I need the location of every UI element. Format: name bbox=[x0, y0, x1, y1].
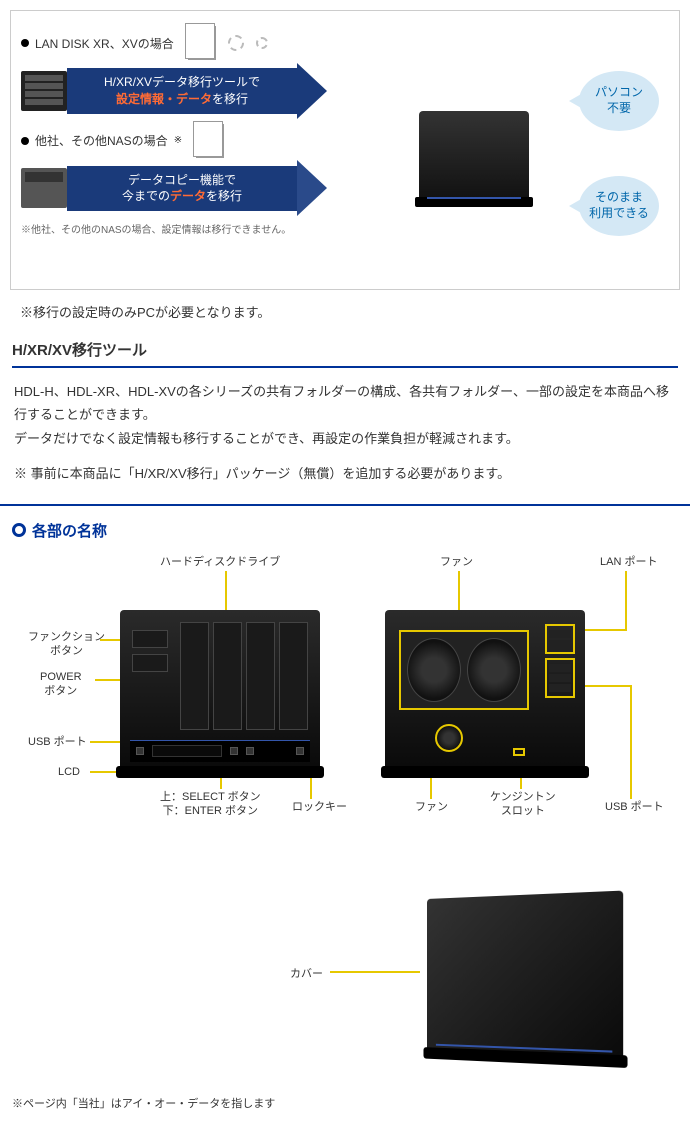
case2-label: 他社、その他NASの場合 ※ bbox=[21, 124, 669, 158]
parts-title-text: 各部の名称 bbox=[32, 520, 107, 541]
leader-line bbox=[625, 571, 627, 629]
power-button-icon bbox=[132, 654, 168, 672]
lock-icon bbox=[296, 747, 304, 755]
arrow1-line1: H/XR/XVデータ移行ツールで bbox=[77, 74, 287, 91]
parts-diagram: ハードディスクドライブ ファン LAN ポート ファンクション ボタン POWE… bbox=[10, 555, 680, 865]
leader-line bbox=[330, 971, 420, 973]
nas-other-icon bbox=[21, 168, 67, 208]
gear-icon bbox=[228, 35, 244, 51]
diagram-footnote: ※他社、その他のNASの場合、設定情報は移行できません。 bbox=[21, 221, 669, 236]
func-button-icon bbox=[132, 630, 168, 648]
arrow1: H/XR/XVデータ移行ツールで 設定情報・データを移行 bbox=[67, 68, 297, 114]
device-cover-view bbox=[427, 890, 623, 1059]
usb-port-icon bbox=[136, 747, 144, 755]
label-usb: USB ポート bbox=[28, 735, 87, 749]
usb-ports-icon bbox=[545, 658, 575, 698]
port-icon bbox=[549, 674, 571, 682]
gear-icon-small bbox=[256, 37, 268, 49]
tool-body1: HDL-H、HDL-XR、HDL-XVの各シリーズの共有フォルダーの構成、各共有… bbox=[14, 380, 676, 450]
parts-section-title: 各部の名称 bbox=[12, 520, 678, 541]
lcd-icon bbox=[152, 745, 222, 757]
lan-ports-icon bbox=[545, 624, 575, 654]
case2-text: 他社、その他NASの場合 bbox=[35, 132, 168, 149]
bay-icon bbox=[180, 622, 209, 730]
cover-diagram: カバー bbox=[10, 885, 680, 1085]
arrow2-line1: データコピー機能で bbox=[77, 172, 287, 189]
select-button-icon bbox=[230, 747, 238, 755]
arrow1-highlight: 設定情報・データ bbox=[116, 92, 212, 106]
fan-icon bbox=[407, 638, 461, 702]
fan-icon bbox=[467, 638, 521, 702]
label-cover: カバー bbox=[290, 965, 323, 981]
fan-housing bbox=[399, 630, 529, 710]
nas-device-icon bbox=[419, 111, 529, 201]
bay-icon bbox=[213, 622, 242, 730]
label-lock: ロックキー bbox=[292, 800, 347, 814]
footer-note: ※ページ内「当社」はアイ・オー・データを指します bbox=[12, 1095, 678, 1111]
circle-icon bbox=[12, 523, 26, 537]
arrow2-line2: 今までのデータを移行 bbox=[77, 188, 287, 205]
tool-body2: ※ 事前に本商品に「H/XR/XV移行」パッケージ（無償）を追加する必要がありま… bbox=[14, 462, 676, 485]
drive-bays bbox=[180, 622, 308, 730]
arrow2-highlight: データ bbox=[170, 189, 206, 203]
target-nas bbox=[419, 111, 539, 211]
arrow2: データコピー機能で 今までのデータを移行 bbox=[67, 166, 297, 212]
port-icon bbox=[549, 640, 571, 648]
case1-label: LAN DISK XR、XVの場合 bbox=[21, 26, 669, 60]
document-icon bbox=[196, 124, 224, 158]
label-fan-top: ファン bbox=[440, 555, 473, 569]
label-lcd: LCD bbox=[58, 765, 80, 779]
label-fan-bottom: ファン bbox=[415, 800, 448, 814]
label-func: ファンクション ボタン bbox=[28, 630, 105, 659]
divider bbox=[0, 504, 690, 506]
bay-icon bbox=[279, 622, 308, 730]
migration-diagram: LAN DISK XR、XVの場合 H/XR/XVデータ移行ツールで 設定情報・… bbox=[10, 10, 680, 290]
device-back-view bbox=[385, 610, 585, 770]
bullet-icon bbox=[21, 137, 29, 145]
label-usb-back: USB ポート bbox=[605, 800, 664, 814]
label-kensington: ケンジントン スロット bbox=[490, 790, 556, 819]
port-icon bbox=[549, 684, 571, 692]
callout-use-asis: そのまま 利用できる bbox=[579, 176, 659, 236]
label-power: POWER ボタン bbox=[40, 670, 82, 699]
bullet-icon bbox=[21, 39, 29, 47]
small-fan-icon bbox=[435, 724, 463, 752]
port-icon bbox=[549, 664, 571, 672]
callout-no-pc: パソコン 不要 bbox=[579, 71, 659, 131]
enter-button-icon bbox=[246, 747, 254, 755]
arrow1-line2: 設定情報・データを移行 bbox=[77, 91, 287, 108]
arrow2-suffix: を移行 bbox=[206, 189, 242, 203]
label-select: 上：SELECT ボタン 下：ENTER ボタン bbox=[160, 790, 261, 819]
back-ports bbox=[545, 624, 575, 702]
arrow2-prefix: 今までの bbox=[122, 189, 170, 203]
label-lan: LAN ポート bbox=[600, 555, 657, 569]
note-pc-required: ※移行の設定時のみPCが必要となります。 bbox=[20, 302, 670, 321]
document-icon bbox=[188, 26, 216, 60]
case1-text: LAN DISK XR、XVの場合 bbox=[35, 35, 174, 52]
kensington-slot-icon bbox=[513, 748, 525, 756]
device-front-view bbox=[120, 610, 320, 770]
port-icon bbox=[549, 630, 571, 638]
case2-sup: ※ bbox=[174, 135, 182, 146]
nas-icon bbox=[21, 71, 67, 111]
bay-icon bbox=[246, 622, 275, 730]
front-buttons bbox=[132, 630, 168, 672]
front-bottom-panel bbox=[130, 740, 310, 762]
tool-title: H/XR/XV移行ツール bbox=[12, 339, 678, 368]
arrow1-suffix: を移行 bbox=[212, 92, 248, 106]
label-hdd: ハードディスクドライブ bbox=[160, 555, 280, 569]
leader-line bbox=[630, 685, 632, 799]
